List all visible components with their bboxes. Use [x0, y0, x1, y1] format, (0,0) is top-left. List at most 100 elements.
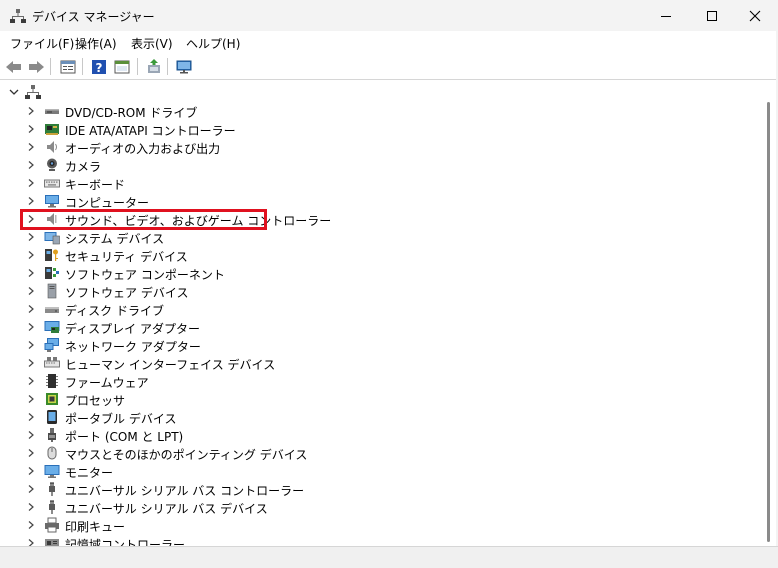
chevron-right-icon[interactable] [26, 412, 36, 422]
tree-item[interactable]: 記憶域コントローラー [2, 534, 702, 546]
menu-help[interactable]: ヘルプ(H) [186, 35, 240, 52]
chevron-right-icon[interactable] [26, 196, 36, 206]
tree-item[interactable]: ファームウェア [2, 372, 702, 390]
tree-item[interactable]: カメラ [2, 156, 702, 174]
toolbar-separator [137, 58, 138, 75]
chevron-down-icon[interactable] [8, 86, 20, 98]
tree-item-label: カメラ [65, 160, 102, 174]
chevron-right-icon[interactable] [26, 124, 36, 134]
tree-item[interactable]: モニター [2, 462, 702, 480]
chevron-right-icon[interactable] [26, 286, 36, 296]
tree-item[interactable]: ポータブル デバイス [2, 408, 702, 426]
update-driver-icon [148, 59, 160, 73]
chevron-right-icon[interactable] [26, 160, 36, 170]
tree-item[interactable]: ネットワーク アダプター [2, 336, 702, 354]
toolbar-separator [167, 58, 168, 75]
tree-item-label: ユニバーサル シリアル バス コントローラー [65, 484, 305, 498]
firmware-icon [46, 374, 58, 388]
toolbar: ? [0, 53, 778, 80]
chevron-right-icon[interactable] [26, 340, 36, 350]
chevron-right-icon[interactable] [26, 448, 36, 458]
tree-item-label: IDE ATA/ATAPI コントローラー [65, 124, 236, 138]
tree-item[interactable]: ソフトウェア デバイス [2, 282, 702, 300]
tree-item-label: ユニバーサル シリアル バス デバイス [65, 502, 268, 516]
chevron-right-icon[interactable] [26, 232, 36, 242]
disk-drive-icon [45, 307, 59, 313]
chevron-right-icon[interactable] [26, 502, 36, 512]
svg-text:?: ? [96, 61, 103, 75]
tree-item[interactable]: 印刷キュー [2, 516, 702, 534]
back-button[interactable] [3, 56, 25, 78]
window-title: デバイス マネージャー [32, 10, 155, 24]
chevron-right-icon[interactable] [26, 520, 36, 530]
vertical-scrollbar[interactable] [762, 84, 776, 546]
tree-item[interactable]: ポート (COM と LPT) [2, 426, 702, 444]
tree-item[interactable]: DVD/CD-ROM ドライブ [2, 102, 702, 120]
tree-item[interactable]: ディスプレイ アダプター [2, 318, 702, 336]
close-icon [749, 10, 761, 21]
display-adapter-icon [44, 321, 60, 333]
device-tree[interactable]: DVD/CD-ROM ドライブ IDE ATA/ATAPI コントローラー オーディ… [2, 84, 762, 546]
keyboard-icon [44, 179, 60, 188]
chevron-right-icon[interactable] [26, 484, 36, 494]
device-manager-icon [10, 9, 26, 23]
tree-item[interactable]: ユニバーサル シリアル バス コントローラー [2, 480, 702, 498]
scan-hardware-button[interactable] [173, 56, 195, 78]
chevron-right-icon[interactable] [26, 142, 36, 152]
tree-item-label: DVD/CD-ROM ドライブ [65, 106, 198, 120]
show-hide-icon [114, 60, 130, 74]
maximize-button[interactable] [689, 0, 735, 31]
tree-item-label: オーディオの入力および出力 [65, 142, 221, 156]
chevron-right-icon[interactable] [26, 430, 36, 440]
tree-item[interactable]: ディスク ドライブ [2, 300, 702, 318]
tree-item-label: ディスク ドライブ [65, 304, 164, 318]
properties-icon [60, 60, 76, 74]
forward-button[interactable] [25, 56, 47, 78]
menu-bar: ファイル(F) 操作(A) 表示(V) ヘルプ(H) [0, 31, 778, 53]
tree-item[interactable]: コンピューター [2, 192, 702, 210]
chevron-right-icon[interactable] [26, 250, 36, 260]
chevron-right-icon[interactable] [26, 178, 36, 188]
menu-action[interactable]: 操作(A) [75, 35, 117, 52]
chevron-right-icon[interactable] [26, 394, 36, 404]
tree-item-label: セキュリティ デバイス [65, 250, 188, 264]
close-button[interactable] [732, 0, 778, 31]
tree-item-label: キーボード [65, 178, 126, 192]
tree-item-label: プロセッサ [65, 394, 126, 408]
chevron-right-icon[interactable] [26, 538, 36, 546]
tree-item[interactable]: プロセッサ [2, 390, 702, 408]
menu-view[interactable]: 表示(V) [131, 35, 173, 52]
tree-item[interactable]: システム デバイス [2, 228, 702, 246]
tree-item[interactable]: ソフトウェア コンポーネント [2, 264, 702, 282]
show-hide-button[interactable] [111, 56, 133, 78]
tree-item[interactable]: マウスとそのほかのポインティング デバイス [2, 444, 702, 462]
chevron-right-icon[interactable] [26, 268, 36, 278]
tree-item[interactable]: IDE ATA/ATAPI コントローラー [2, 120, 702, 138]
chevron-right-icon[interactable] [26, 322, 36, 332]
minimize-button[interactable] [643, 0, 689, 31]
camera-icon [47, 158, 57, 171]
scrollbar-thumb[interactable] [767, 102, 770, 542]
help-button[interactable]: ? [88, 56, 110, 78]
tree-item[interactable]: ヒューマン インターフェイス デバイス [2, 354, 702, 372]
chevron-right-icon[interactable] [26, 376, 36, 386]
software-device-icon [47, 283, 57, 299]
chevron-right-icon[interactable] [26, 304, 36, 314]
tree-item-label: ソフトウェア デバイス [65, 286, 189, 300]
tree-item[interactable]: ユニバーサル シリアル バス デバイス [2, 498, 702, 516]
tree-item[interactable]: オーディオの入力および出力 [2, 138, 702, 156]
hid-icon [44, 357, 60, 368]
chevron-right-icon[interactable] [26, 358, 36, 368]
chevron-right-icon[interactable] [26, 106, 36, 116]
chevron-right-icon[interactable] [26, 466, 36, 476]
port-icon [48, 428, 56, 442]
processor-icon [46, 393, 58, 405]
tree-root[interactable] [2, 84, 702, 102]
properties-button[interactable] [57, 56, 79, 78]
tree-item[interactable]: キーボード [2, 174, 702, 192]
tree-item-label: モニター [65, 466, 114, 480]
tree-item[interactable]: セキュリティ デバイス [2, 246, 702, 264]
menu-file[interactable]: ファイル(F) [10, 35, 74, 52]
update-driver-button[interactable] [143, 56, 165, 78]
highlight-box [20, 209, 267, 230]
